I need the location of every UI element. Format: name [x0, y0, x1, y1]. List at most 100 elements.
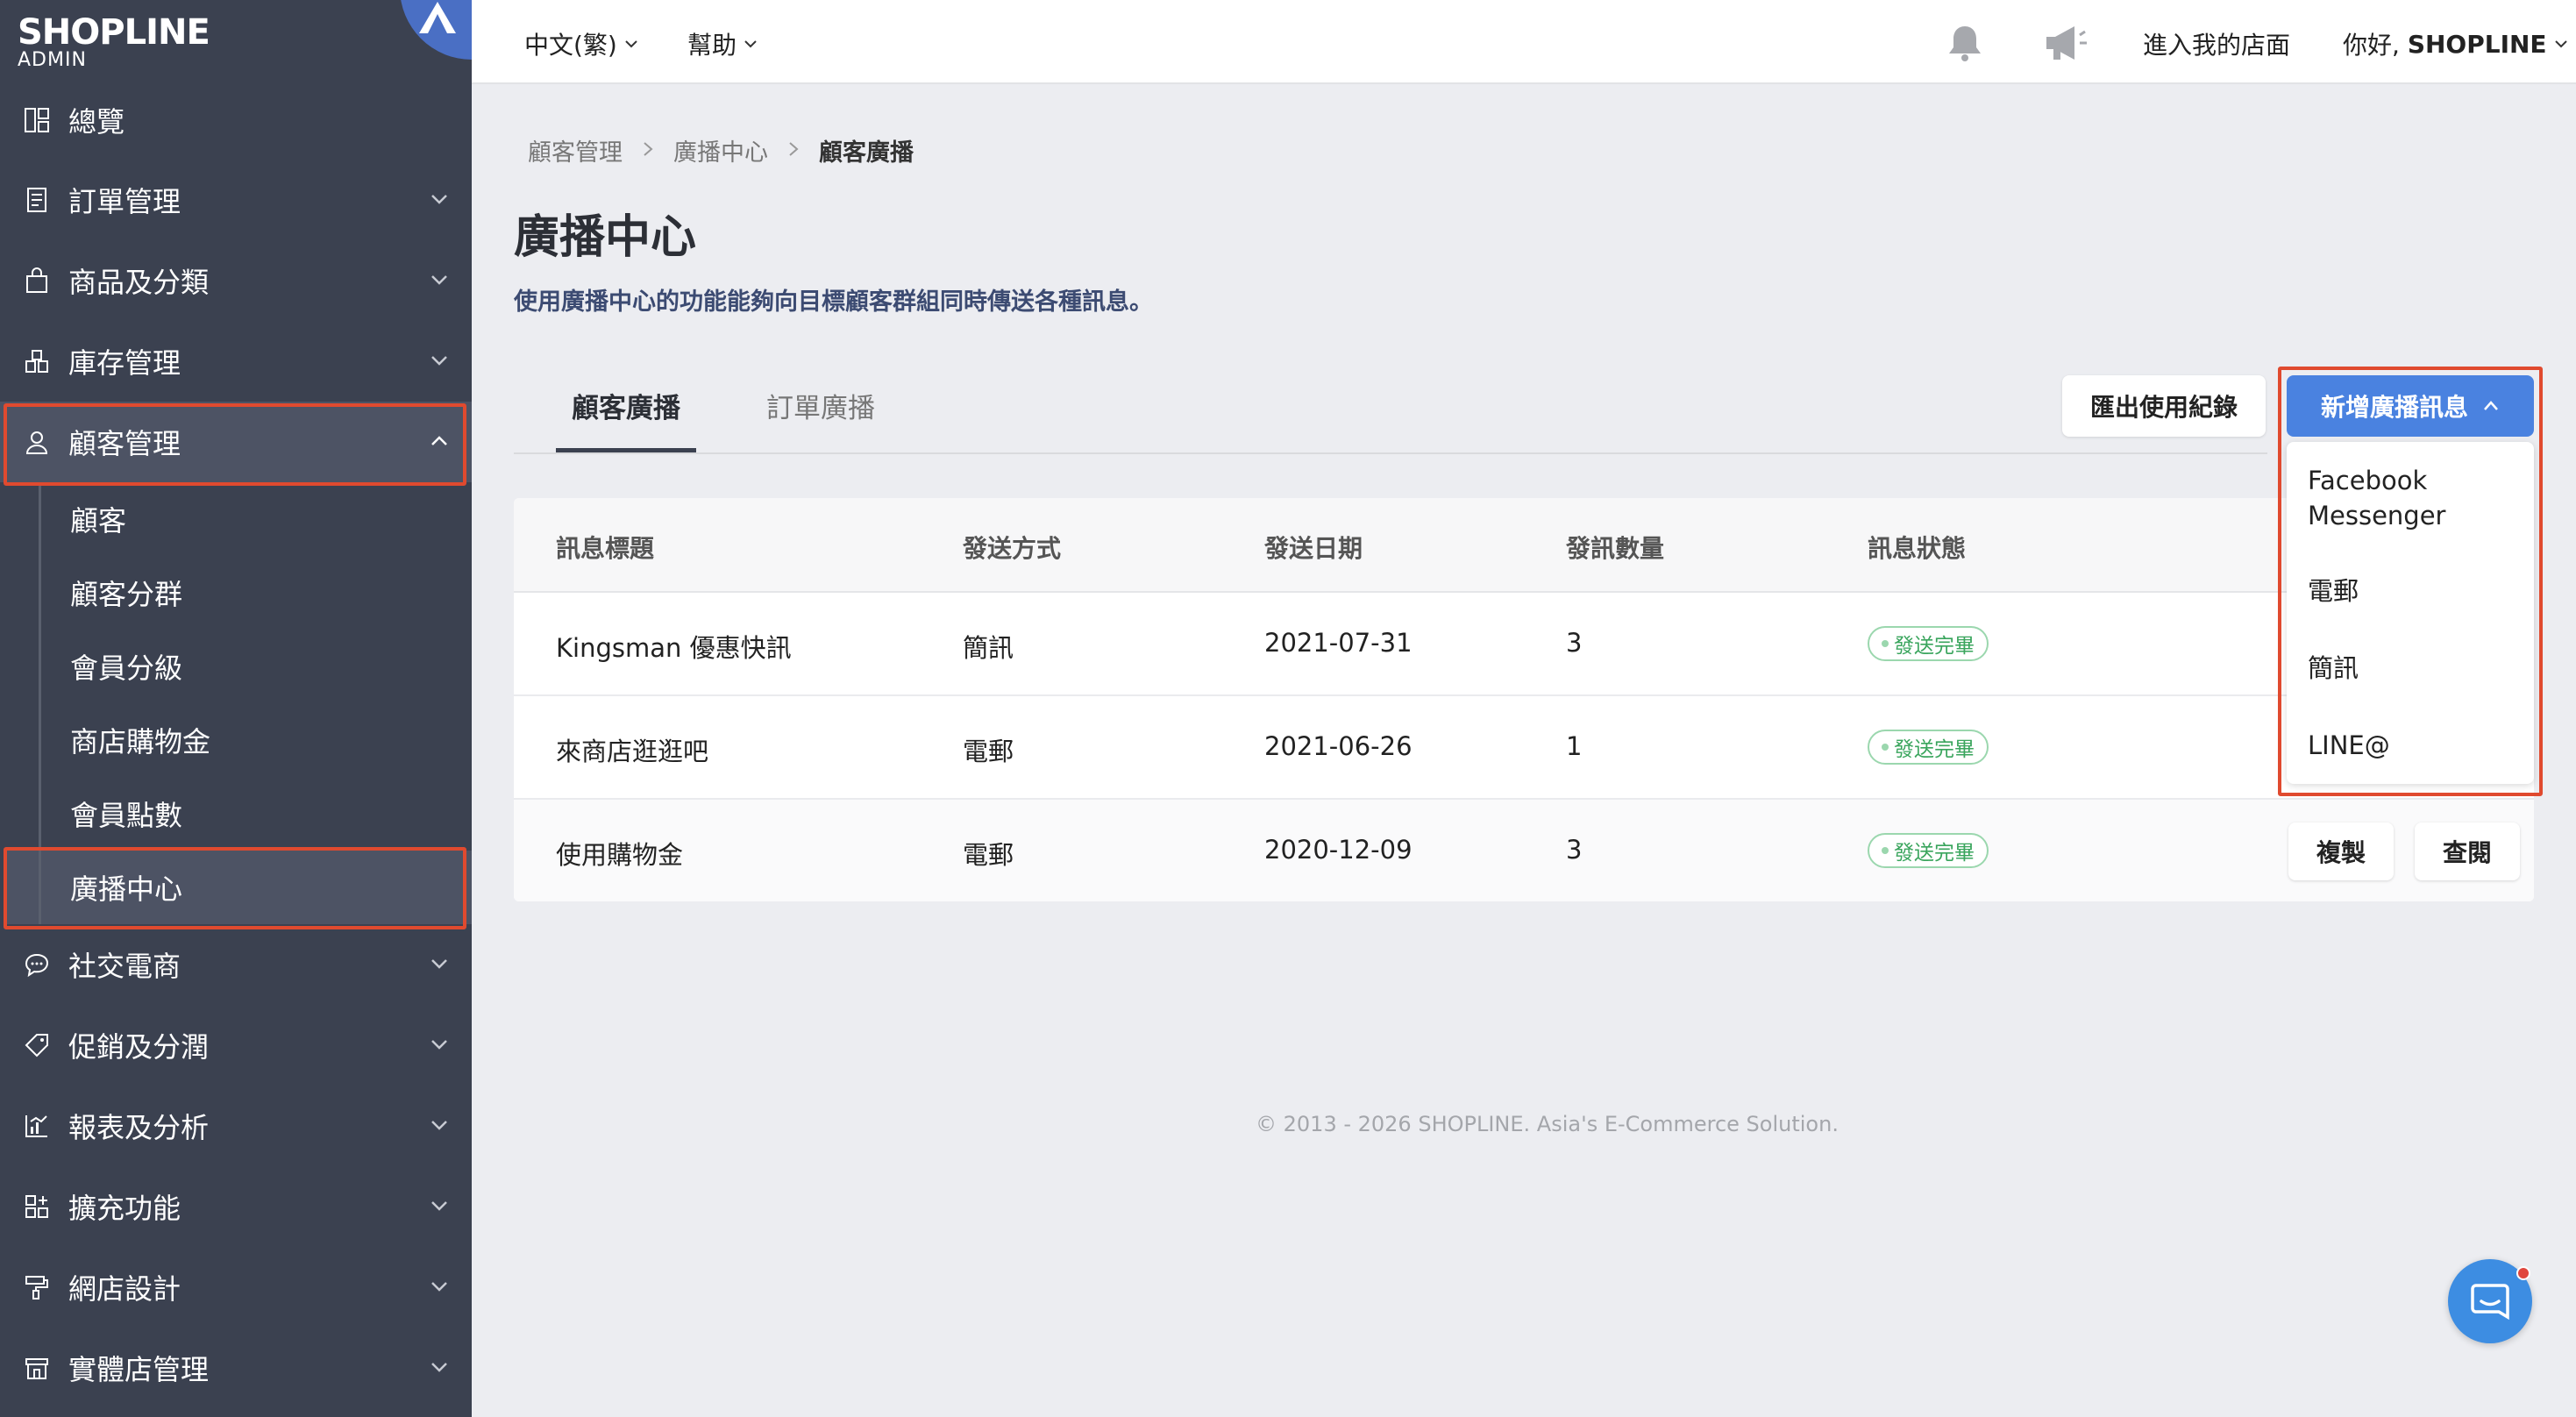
- export-log-button[interactable]: 匯出使用紀錄: [2062, 375, 2266, 437]
- sidebar-item-label: 顧客管理: [68, 427, 181, 460]
- sidebar-nav: 總覽 訂單管理 商品及分類 庫存管理 顧客管理 顧客 顧客分群 會員分級 商店購…: [0, 81, 472, 1408]
- notification-dot: [2516, 1266, 2530, 1280]
- sidebar-subitem-points[interactable]: 會員點數: [70, 777, 472, 851]
- enter-store-label: 進入我的店面: [2143, 31, 2291, 60]
- table-row[interactable]: 使用購物金 電郵 2020-12-09 3 發送完畢 複製 查閱: [514, 800, 2534, 901]
- sidebar-item-customers[interactable]: 顧客管理: [0, 402, 472, 482]
- sidebar-item-social-commerce[interactable]: 社交電商: [0, 924, 472, 1005]
- sidebar-item-inventory[interactable]: 庫存管理: [0, 321, 472, 402]
- dropdown-item-email[interactable]: 電郵: [2308, 573, 2359, 609]
- new-broadcast-label: 新增廣播訊息: [2320, 393, 2468, 422]
- breadcrumb-current: 顧客廣播: [819, 139, 914, 167]
- copy-button[interactable]: 複製: [2288, 822, 2394, 880]
- sidebar-item-overview[interactable]: 總覽: [0, 81, 472, 160]
- chevron-up-icon: [2484, 401, 2498, 410]
- breadcrumb-item[interactable]: 顧客管理: [528, 133, 623, 167]
- footer-copyright: © 2013 - 2026 SHOPLINE. Asia's E-Commerc…: [1256, 1112, 1839, 1136]
- sidebar-item-label: 網店設計: [68, 1272, 181, 1306]
- sidebar-item-reports[interactable]: 報表及分析: [0, 1086, 472, 1166]
- bag-icon: [21, 265, 53, 296]
- chevron-down-icon: [431, 1363, 447, 1372]
- cell-method: 電郵: [963, 737, 1014, 766]
- sidebar-item-label: 實體店管理: [68, 1353, 210, 1386]
- sidebar-item-products[interactable]: 商品及分類: [0, 240, 472, 321]
- sidebar-subitem-segments[interactable]: 顧客分群: [70, 556, 472, 630]
- status-badge: 發送完畢: [1868, 730, 1989, 765]
- help-label: 幫助: [687, 31, 737, 60]
- cell-count: 1: [1566, 731, 1583, 761]
- breadcrumb: 顧客管理 廣播中心 顧客廣播: [528, 133, 914, 167]
- sidebar-subitem-store-credit[interactable]: 商店購物金: [70, 703, 472, 777]
- chevron-down-icon: [431, 1201, 447, 1211]
- chevron-down-icon: [431, 195, 447, 204]
- sidebar-subitem-tiers[interactable]: 會員分級: [70, 630, 472, 703]
- sidebar-item-retail-store[interactable]: 實體店管理: [0, 1328, 472, 1408]
- sidebar-item-promotions[interactable]: 促銷及分潤: [0, 1005, 472, 1086]
- cell-date: 2020-12-09: [1264, 835, 1413, 865]
- new-broadcast-button[interactable]: 新增廣播訊息: [2287, 375, 2534, 437]
- sidebar-subitem-broadcast[interactable]: 廣播中心: [4, 851, 472, 924]
- chevron-down-icon: [431, 1282, 447, 1292]
- sidebar-item-orders[interactable]: 訂單管理: [0, 160, 472, 240]
- chevron-down-icon: [744, 40, 757, 48]
- table-row[interactable]: Kingsman 優惠快訊 簡訊 2021-07-31 3 發送完畢: [514, 593, 2534, 696]
- dropdown-item-messenger[interactable]: Facebook Messenger: [2308, 463, 2445, 533]
- tab-customer-broadcast[interactable]: 顧客廣播: [556, 386, 696, 452]
- sidebar-item-label: 庫存管理: [68, 346, 181, 380]
- page-title: 廣播中心: [514, 211, 697, 264]
- column-header-method: 發送方式: [963, 534, 1062, 563]
- paint-roller-icon: [21, 1271, 53, 1303]
- store-icon: [21, 1352, 53, 1384]
- chevron-up-icon: [431, 436, 447, 445]
- inventory-icon: [21, 345, 53, 377]
- status-label: 發送完畢: [1894, 738, 1975, 761]
- chat-bubble-icon: [21, 949, 53, 980]
- sidebar-item-store-design[interactable]: 網店設計: [0, 1247, 472, 1328]
- table-row[interactable]: 來商店逛逛吧 電郵 2021-06-26 1 發送完畢: [514, 696, 2534, 800]
- chevron-down-icon: [431, 356, 447, 366]
- tag-icon: [21, 1029, 53, 1061]
- sidebar-item-label: 訂單管理: [68, 185, 181, 218]
- sidebar-item-label: 商品及分類: [68, 266, 210, 299]
- sidebar-item-label: 報表及分析: [68, 1111, 210, 1144]
- cell-title: 來商店逛逛吧: [556, 737, 709, 766]
- view-button[interactable]: 查閱: [2415, 822, 2520, 880]
- tab-bar: 顧客廣播 訂單廣播: [514, 377, 2267, 454]
- greeting-prefix: 你好,: [2343, 31, 2400, 60]
- tab-order-broadcast[interactable]: 訂單廣播: [766, 386, 875, 452]
- status-dot-icon: [1882, 847, 1889, 854]
- chart-icon: [21, 1110, 53, 1142]
- dropdown-item-line[interactable]: LINE@: [2308, 728, 2390, 763]
- bell-icon[interactable]: [1945, 23, 1985, 67]
- sidebar-item-apps[interactable]: 擴充功能: [0, 1166, 472, 1247]
- column-header-date: 發送日期: [1264, 534, 1363, 563]
- cell-count: 3: [1566, 628, 1583, 658]
- user-menu[interactable]: 你好, SHOPLINE: [2343, 26, 2568, 61]
- megaphone-icon[interactable]: [2043, 23, 2089, 67]
- cell-title: Kingsman 優惠快訊: [556, 633, 792, 663]
- sidebar-item-label: 擴充功能: [68, 1192, 181, 1225]
- dropdown-item-sms[interactable]: 簡訊: [2308, 651, 2359, 686]
- column-header-title: 訊息標題: [556, 534, 655, 563]
- breadcrumb-item[interactable]: 廣播中心: [673, 133, 768, 167]
- chevron-down-icon: [431, 1121, 447, 1130]
- language-selector[interactable]: 中文(繁): [524, 26, 638, 61]
- broadcast-table: 訊息標題 發送方式 發送日期 發訊數量 訊息狀態 Kingsman 優惠快訊 簡…: [514, 498, 2534, 901]
- page-description: 使用廣播中心的功能能夠向目標顧客群組同時傳送各種訊息。: [514, 288, 1153, 316]
- sidebar-subitem-customers[interactable]: 顧客: [70, 482, 472, 556]
- sidebar-item-label: 促銷及分潤: [68, 1030, 210, 1064]
- sidebar: SHOPLINE ADMIN 總覽 訂單管理 商品及分類 庫存管理 顧客管理 顧…: [0, 0, 472, 1417]
- status-dot-icon: [1882, 744, 1889, 751]
- help-menu[interactable]: 幫助: [687, 26, 758, 61]
- top-bar: 中文(繁) 幫助 進入我的店面 你好, SHOPLINE: [472, 0, 2576, 84]
- cell-count: 3: [1566, 835, 1583, 865]
- chevron-down-icon: [431, 275, 447, 285]
- sidebar-item-label: 總覽: [68, 105, 125, 139]
- enter-store-link[interactable]: 進入我的店面: [2143, 26, 2290, 61]
- submenu-line: [39, 482, 41, 924]
- status-badge: 發送完畢: [1868, 833, 1989, 868]
- logo[interactable]: SHOPLINE ADMIN: [18, 12, 456, 74]
- chevron-down-icon: [625, 40, 637, 48]
- status-dot-icon: [1882, 640, 1889, 647]
- column-header-count: 發訊數量: [1566, 534, 1665, 563]
